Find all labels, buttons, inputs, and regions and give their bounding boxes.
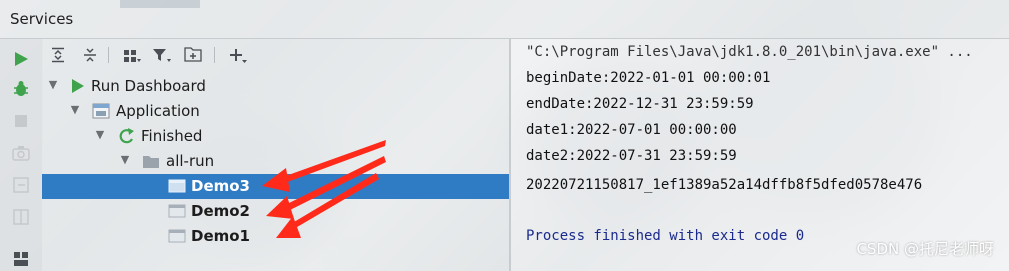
panel-title: Services <box>10 10 74 28</box>
tree-item-demo2[interactable]: Demo2 <box>42 199 509 224</box>
folder-icon <box>142 152 160 170</box>
tree-item-label: Demo2 <box>191 202 250 220</box>
tree-item-label: Demo3 <box>191 177 250 195</box>
rerun-icon <box>118 127 136 145</box>
console-line: endDate:2022-12-31 23:59:59 <box>526 96 754 112</box>
new-group-icon[interactable] <box>182 45 204 65</box>
toolbar-separator <box>108 47 109 63</box>
camera-icon[interactable] <box>11 143 31 163</box>
console-output[interactable]: "C:\Program Files\Java\jdk1.8.0_201\bin\… <box>511 39 1009 271</box>
toolbar-separator <box>214 47 215 63</box>
console-line: date1:2022-07-01 00:00:00 <box>526 122 737 138</box>
filter-icon[interactable] <box>150 45 174 65</box>
tree-item-label: all-run <box>166 152 215 170</box>
console-line: date2:2022-07-31 23:59:59 <box>526 148 737 164</box>
console-line: beginDate:2022-01-01 00:00:01 <box>526 70 771 86</box>
exit-icon[interactable] <box>11 175 31 195</box>
tree-item-label: Application <box>116 102 200 120</box>
console-line: 20220721150817_1ef1389a52a14dffb8f5dfed0… <box>526 177 923 193</box>
application-icon <box>92 102 110 120</box>
app-window-icon <box>168 202 186 220</box>
tree-item-label: Run Dashboard <box>91 77 206 95</box>
stop-icon[interactable] <box>11 111 31 131</box>
console-exit-line: Process finished with exit code 0 <box>526 228 805 244</box>
tree-item-demo1[interactable]: Demo1 <box>42 224 509 249</box>
tree-item-run-dashboard[interactable]: ▼ Run Dashboard <box>42 74 509 99</box>
console-command-line: "C:\Program Files\Java\jdk1.8.0_201\bin\… <box>526 44 973 60</box>
run-icon[interactable] <box>11 49 31 69</box>
app-window-icon <box>168 227 186 245</box>
run-icon <box>70 77 88 95</box>
tree-item-all-run[interactable]: ▼ all-run <box>42 149 509 174</box>
group-icon[interactable] <box>120 45 144 65</box>
tree-item-label: Finished <box>141 127 203 145</box>
services-tree-panel: ▼ Run Dashboard ▼ Application ▼ Finished… <box>42 39 509 271</box>
app-window-icon <box>168 177 186 195</box>
chevron-down-icon[interactable]: ▼ <box>68 103 82 117</box>
header-decoration <box>120 0 200 8</box>
chevron-down-icon[interactable]: ▼ <box>118 153 132 167</box>
tree-item-label: Demo1 <box>191 227 250 245</box>
restore-layout-icon[interactable] <box>11 207 31 227</box>
tree-item-finished[interactable]: ▼ Finished <box>42 124 509 149</box>
tree-item-application[interactable]: ▼ Application <box>42 99 509 124</box>
left-toolbar <box>0 39 43 271</box>
layout-icon[interactable] <box>11 249 31 269</box>
watermark: CSDN @托尼老师呀 <box>856 240 994 258</box>
tree-toolbar <box>42 39 509 71</box>
add-icon[interactable] <box>226 45 250 65</box>
debug-icon[interactable] <box>11 79 31 99</box>
services-header: Services <box>0 0 1009 39</box>
expand-all-icon[interactable] <box>48 45 68 65</box>
tree-item-demo3[interactable]: Demo3 <box>42 174 509 199</box>
collapse-all-icon[interactable] <box>80 45 100 65</box>
chevron-down-icon[interactable]: ▼ <box>46 78 60 92</box>
chevron-down-icon[interactable]: ▼ <box>93 128 107 142</box>
